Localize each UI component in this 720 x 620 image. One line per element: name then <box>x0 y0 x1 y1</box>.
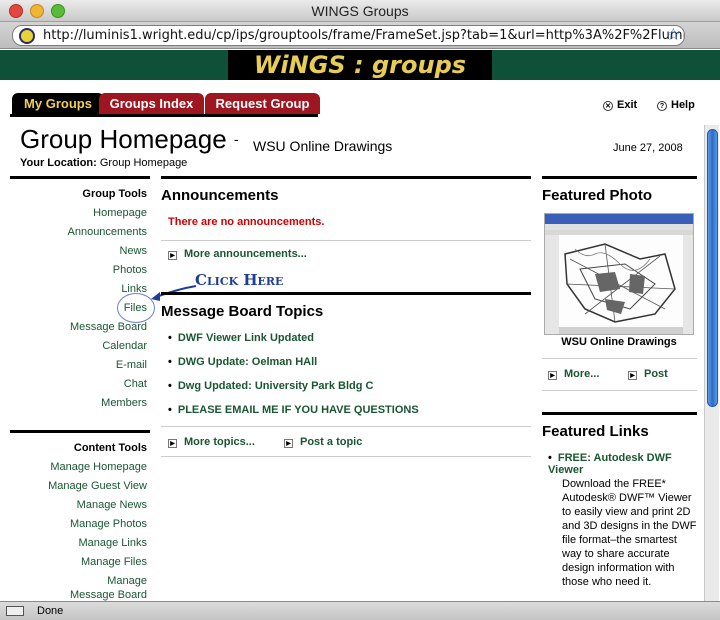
topic-link[interactable]: DWG Update: Oelman HAll <box>168 356 317 368</box>
featured-link-title[interactable]: • FREE: Autodesk DWF Viewer <box>548 452 698 476</box>
wings-groups-logo[interactable]: WiNGS : groups <box>228 50 492 80</box>
status-bar: Done <box>0 601 720 620</box>
post-photo-link[interactable]: ▶ Post <box>628 368 668 380</box>
map-thumbnail-icon <box>545 214 693 334</box>
help-link[interactable]: ? Help <box>657 99 695 111</box>
nav-manage-news[interactable]: Manage News <box>77 499 147 511</box>
nav-manage-guest-view[interactable]: Manage Guest View <box>48 480 147 492</box>
more-announcements-label: More announcements... <box>184 248 307 260</box>
nav-calendar[interactable]: Calendar <box>102 340 147 352</box>
arrow-right-icon: ▶ <box>168 251 177 260</box>
content-tools-heading: Content Tools <box>73 442 147 454</box>
topic-link[interactable]: DWF Viewer Link Updated <box>168 332 314 344</box>
exit-link[interactable]: ✕ Exit <box>603 99 637 111</box>
featured-photo-caption: WSU Online Drawings <box>561 336 677 348</box>
help-label: Help <box>671 99 695 111</box>
more-photos-label: More... <box>564 368 600 380</box>
exit-icon: ✕ <box>603 101 613 111</box>
no-announcements-text: There are no announcements. <box>168 216 325 228</box>
featured-photo-heading: Featured Photo <box>542 187 653 204</box>
group-tools-heading: Group Tools <box>82 188 147 200</box>
page-subtitle: WSU Online Drawings <box>253 138 393 154</box>
tab-request-group[interactable]: Request Group <box>205 93 320 114</box>
status-text: Done <box>37 605 64 617</box>
nav-manage-message-board-2[interactable]: Message Board <box>70 589 147 601</box>
featured-photo-image[interactable] <box>544 213 694 335</box>
status-progress-icon <box>6 606 24 616</box>
nav-email[interactable]: E-mail <box>116 359 147 371</box>
nav-manage-message-board[interactable]: Manage <box>107 575 147 587</box>
arrow-right-icon: ▶ <box>284 439 293 448</box>
announcements-separator <box>161 240 531 241</box>
nav-news[interactable]: News <box>119 245 147 257</box>
right-divider-top <box>542 176 697 179</box>
more-topics-label: More topics... <box>184 436 255 448</box>
photo-separator <box>542 358 697 359</box>
nav-manage-photos[interactable]: Manage Photos <box>70 518 147 530</box>
right-bottom-separator <box>542 390 697 391</box>
nav-photos[interactable]: Photos <box>113 264 147 276</box>
arrow-right-icon: ▶ <box>168 439 177 448</box>
topic-link[interactable]: PLEASE EMAIL ME IF YOU HAVE QUESTIONS <box>168 404 419 416</box>
window-title: WINGS Groups <box>311 3 409 19</box>
post-topic-link[interactable]: ▶ Post a topic <box>284 436 362 448</box>
scrollbar-thumb[interactable] <box>707 129 718 407</box>
center-divider-mid <box>161 292 531 295</box>
announcements-heading: Announcements <box>161 187 279 204</box>
bookmark-star-icon[interactable]: ☆ <box>666 26 681 45</box>
post-topic-label: Post a topic <box>300 436 363 448</box>
help-icon: ? <box>657 101 667 111</box>
nav-manage-links[interactable]: Manage Links <box>79 537 148 549</box>
arrow-right-icon: ▶ <box>628 371 637 380</box>
center-divider-top <box>161 176 531 179</box>
more-photos-link[interactable]: ▶ More... <box>548 368 599 380</box>
nav-announcements[interactable]: Announcements <box>68 226 148 238</box>
arrow-right-icon: ▶ <box>548 371 557 380</box>
post-photo-label: Post <box>644 368 668 380</box>
message-board-heading: Message Board Topics <box>161 303 324 320</box>
center-bottom-separator <box>161 456 531 457</box>
topics-separator <box>161 426 531 427</box>
right-divider-mid <box>542 412 697 415</box>
nav-homepage[interactable]: Homepage <box>93 207 147 219</box>
exit-label: Exit <box>617 99 638 111</box>
featured-links-heading: Featured Links <box>542 423 649 440</box>
left-divider-mid <box>10 430 150 433</box>
click-here-callout: Click Here <box>195 271 284 289</box>
page-date: June 27, 2008 <box>613 142 683 154</box>
more-announcements-link[interactable]: ▶ More announcements... <box>168 248 307 260</box>
more-topics-link[interactable]: ▶ More topics... <box>168 436 255 448</box>
vertical-scrollbar[interactable] <box>704 125 719 601</box>
nav-members[interactable]: Members <box>101 397 147 409</box>
nav-manage-files[interactable]: Manage Files <box>81 556 147 568</box>
featured-link-description: Download the FREE* Autodesk® DWF™ Viewer… <box>562 478 697 588</box>
nav-manage-homepage[interactable]: Manage Homepage <box>50 461 147 473</box>
nav-chat[interactable]: Chat <box>124 378 147 390</box>
featured-link-item: • FREE: Autodesk DWF Viewer Download the … <box>548 452 698 589</box>
topic-link[interactable]: Dwg Updated: University Park Bldg C <box>168 380 374 392</box>
